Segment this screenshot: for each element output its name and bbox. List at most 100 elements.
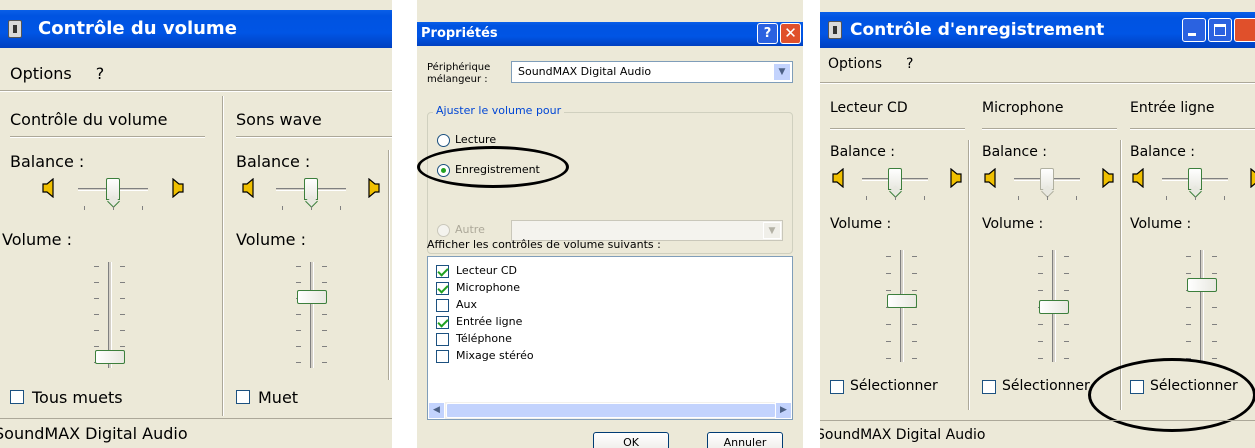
help-button[interactable]: ? — [757, 23, 778, 44]
volume-tick — [322, 266, 327, 267]
volume-tick — [912, 256, 917, 257]
chevron-down-icon: ▼ — [768, 226, 776, 236]
balance-slider-thumb[interactable] — [1040, 168, 1054, 190]
enregistrement-highlight-circle — [417, 146, 569, 188]
mixer-device-select[interactable]: SoundMAX Digital Audio ▼ — [511, 61, 793, 83]
control-label: Mixage stéréo — [456, 349, 534, 362]
column-name: Microphone — [982, 100, 1064, 116]
volume-column-master: Contrôle du volume Balance : Volume : To… — [2, 96, 210, 416]
volume-tick — [912, 358, 917, 359]
ok-button[interactable]: OK — [593, 432, 669, 448]
close-button[interactable] — [1234, 18, 1255, 42]
volume-tick — [120, 298, 125, 299]
balance-slider-thumb[interactable] — [304, 178, 318, 200]
dropdown-button[interactable]: ▼ — [763, 222, 781, 239]
balance-tick — [1018, 196, 1019, 200]
radio-lecture-label: Lecture — [455, 133, 497, 146]
select-checkbox[interactable] — [830, 380, 844, 394]
volume-tick — [1186, 324, 1191, 325]
mute-all-checkbox[interactable] — [10, 390, 24, 404]
balance-tick — [924, 196, 925, 200]
adjust-volume-group-label: Ajuster le volume pour — [433, 104, 565, 117]
maximize-button[interactable] — [1208, 18, 1232, 42]
volume-slider-thumb[interactable] — [95, 350, 125, 364]
balance-tick — [84, 206, 85, 210]
dropdown-button[interactable]: ▼ — [773, 63, 791, 81]
column-name: Sons wave — [236, 110, 322, 129]
controls-listbox[interactable]: Lecteur CD Microphone Aux Entrée ligne T… — [427, 256, 793, 420]
column-name: Lecteur CD — [830, 100, 908, 116]
balance-slider-thumb[interactable] — [106, 178, 120, 200]
select-checkbox[interactable] — [982, 380, 996, 394]
control-checkbox-mixage-stereo[interactable] — [436, 350, 449, 363]
control-checkbox-aux[interactable] — [436, 299, 449, 312]
volume-slider-thumb[interactable] — [887, 294, 917, 308]
speaker-right-icon — [368, 178, 380, 198]
scroll-right-button[interactable]: ▶ — [775, 402, 792, 419]
volume-slider-thumb[interactable] — [1187, 278, 1217, 292]
control-label: Téléphone — [456, 332, 512, 345]
volume-label: Volume : — [1130, 216, 1192, 232]
speaker-right-icon — [172, 178, 184, 198]
recording-window-title: Contrôle d'enregistrement — [850, 20, 1105, 40]
volume-tick — [120, 266, 125, 267]
volume-tick — [1212, 341, 1217, 342]
mute-all-label: Tous muets — [32, 388, 123, 407]
column-name-separator — [1130, 128, 1255, 130]
column-name: Contrôle du volume — [10, 110, 168, 129]
radio-lecture[interactable] — [437, 134, 450, 147]
volume-tick — [1038, 358, 1043, 359]
volume-tick — [886, 256, 891, 257]
volume-slider-thumb[interactable] — [297, 290, 327, 304]
minimize-button[interactable] — [1182, 18, 1206, 42]
close-button[interactable]: ✕ — [780, 23, 801, 44]
volume-tick — [1038, 324, 1043, 325]
column-name-separator — [830, 128, 965, 130]
volume-column-wave: Sons wave Balance : Volume : Muet — [236, 96, 392, 416]
select-label: Sélectionner — [850, 378, 938, 394]
cancel-button[interactable]: Annuler — [707, 432, 783, 448]
scroll-left-button[interactable]: ◀ — [428, 402, 445, 419]
column-name-separator — [236, 136, 392, 138]
volume-control-window: Contrôle du volume Options ? Contrôle du… — [0, 0, 392, 448]
balance-slider-thumb[interactable] — [888, 168, 902, 190]
column-separator — [968, 140, 970, 410]
volume-window-title: Contrôle du volume — [38, 18, 237, 39]
control-label: Lecteur CD — [456, 264, 517, 277]
volume-tick — [94, 314, 99, 315]
volume-tick — [1186, 273, 1191, 274]
mute-checkbox[interactable] — [236, 390, 250, 404]
volume-tick — [322, 314, 327, 315]
properties-titlebar[interactable]: Propriétés ? ✕ — [417, 22, 803, 46]
balance-label: Balance : — [1130, 144, 1196, 160]
control-checkbox-lecteur-cd[interactable] — [436, 265, 449, 278]
control-checkbox-entree-ligne[interactable] — [436, 316, 449, 329]
help-icon: ? — [763, 26, 772, 41]
balance-tick — [1047, 196, 1048, 200]
volume-slider-thumb[interactable] — [1039, 300, 1069, 314]
radio-autre[interactable] — [437, 224, 450, 237]
balance-slider-thumb[interactable] — [1188, 168, 1202, 190]
volume-window-titlebar[interactable]: Contrôle du volume — [0, 10, 392, 48]
menu-help[interactable]: ? — [96, 64, 105, 83]
mute-label: Muet — [258, 388, 299, 407]
control-label: Entrée ligne — [456, 315, 523, 328]
balance-tick — [1076, 196, 1077, 200]
column-name: Entrée ligne — [1130, 100, 1215, 116]
volume-tick — [296, 346, 301, 347]
volume-tick — [886, 290, 891, 291]
scroll-thumb[interactable] — [446, 403, 776, 418]
menu-options[interactable]: Options — [828, 56, 882, 72]
menu-help[interactable]: ? — [906, 56, 913, 72]
volume-tick — [886, 324, 891, 325]
control-checkbox-telephone[interactable] — [436, 333, 449, 346]
volume-tick — [1212, 324, 1217, 325]
recording-window-titlebar[interactable]: Contrôle d'enregistrement — [820, 12, 1255, 48]
volume-tick — [322, 362, 327, 363]
horizontal-scrollbar[interactable]: ◀ ▶ — [428, 402, 792, 419]
balance-label: Balance : — [236, 152, 311, 171]
volume-tick — [1212, 358, 1217, 359]
cancel-label: Annuler — [723, 436, 767, 448]
control-checkbox-microphone[interactable] — [436, 282, 449, 295]
menu-options[interactable]: Options — [10, 64, 72, 83]
